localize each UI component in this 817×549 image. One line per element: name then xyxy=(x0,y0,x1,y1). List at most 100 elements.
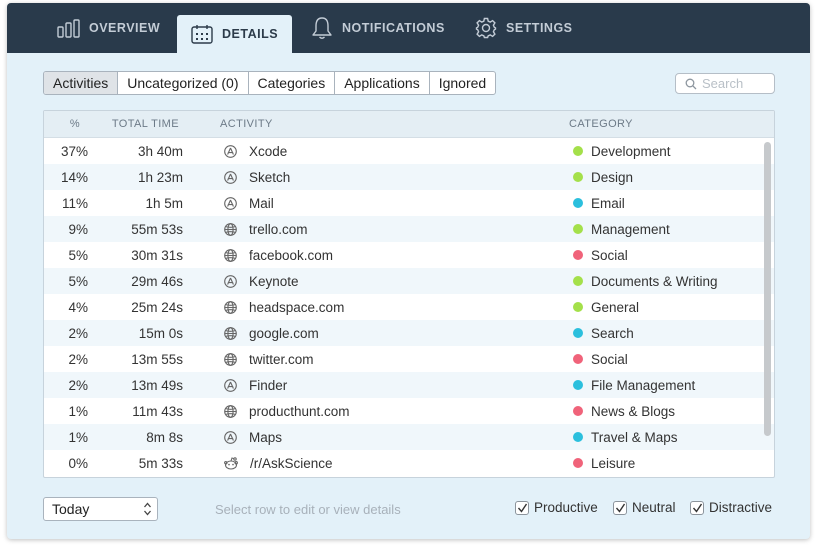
app-store-icon xyxy=(224,430,243,444)
header-category[interactable]: CATEGORY xyxy=(532,118,633,130)
table-row[interactable]: 2% 13m 55s twitter.com Social xyxy=(44,346,774,372)
productive-label: Productive xyxy=(534,500,598,515)
globe-icon xyxy=(224,222,243,236)
table-row[interactable]: 14% 1h 23m Sketch Design xyxy=(44,164,774,190)
row-category-label: Leisure xyxy=(591,455,636,471)
row-total-time: 11m 43s xyxy=(132,403,183,419)
tab-settings[interactable]: SETTINGS xyxy=(475,3,573,53)
row-category-label: Design xyxy=(591,169,634,185)
checkmark-icon xyxy=(615,503,625,513)
row-category: Development xyxy=(536,144,671,159)
category-color-dot xyxy=(573,250,583,260)
app-window: OVERVIEW DETAILS NOTIFICATIONS SETTINGS … xyxy=(7,3,810,539)
table-row[interactable]: 2% 15m 0s google.com Search xyxy=(44,320,774,346)
row-category: Documents & Writing xyxy=(536,274,718,289)
row-category-label: Management xyxy=(591,221,670,237)
checkbox-distractive[interactable]: Distractive xyxy=(690,500,772,515)
category-color-dot xyxy=(573,224,583,234)
globe-icon xyxy=(224,326,243,340)
app-store-icon xyxy=(224,378,243,392)
updown-chevron-icon xyxy=(144,502,151,516)
row-activity-label: Mail xyxy=(249,195,274,211)
row-activity-label: Sketch xyxy=(249,169,291,185)
table-row[interactable]: 4% 25m 24s headspace.com General xyxy=(44,294,774,320)
app-store-icon xyxy=(224,274,243,288)
table-row[interactable]: 5% 29m 46s Keynote Documents & Writing xyxy=(44,268,774,294)
table-header: % TOTAL TIME ACTIVITY CATEGORY xyxy=(44,111,774,138)
checkmark-icon xyxy=(692,503,702,513)
tab-settings-label: SETTINGS xyxy=(506,21,573,35)
table-row[interactable]: 1% 8m 8s Maps Travel & Maps xyxy=(44,424,774,450)
row-category: Management xyxy=(536,222,670,237)
category-color-dot xyxy=(573,406,583,416)
filter-categories[interactable]: Categories xyxy=(249,72,336,94)
tab-details[interactable]: DETAILS xyxy=(177,15,293,53)
calendar-icon xyxy=(191,25,213,44)
row-percent: 4% xyxy=(68,299,88,315)
activity-table: % TOTAL TIME ACTIVITY CATEGORY 37% 3h 40m… xyxy=(43,110,775,478)
table-row[interactable]: 9% 55m 53s trello.com Management xyxy=(44,216,774,242)
category-color-dot xyxy=(573,432,583,442)
globe-icon xyxy=(224,300,243,314)
category-color-dot xyxy=(573,458,583,468)
row-percent: 14% xyxy=(60,169,88,185)
gear-icon xyxy=(475,17,497,39)
category-color-dot xyxy=(573,172,583,182)
productive-checkbox-box[interactable] xyxy=(515,500,529,515)
globe-icon xyxy=(224,248,243,262)
search-input[interactable] xyxy=(702,76,772,91)
row-category: Design xyxy=(536,170,633,185)
checkbox-neutral[interactable]: Neutral xyxy=(613,500,676,515)
distractive-label: Distractive xyxy=(709,500,773,515)
header-activity[interactable]: ACTIVITY xyxy=(179,118,532,130)
row-percent: 0% xyxy=(68,455,88,471)
row-percent: 2% xyxy=(68,351,88,367)
table-row[interactable]: 1% 11m 43s producthunt.com News & Blogs xyxy=(44,398,774,424)
table-row[interactable]: 11% 1h 5m Mail Email xyxy=(44,190,774,216)
row-percent: 2% xyxy=(68,377,88,393)
row-category: General xyxy=(536,300,639,315)
table-row[interactable]: 0% 5m 33s/r/AskScience Leisure xyxy=(44,450,774,476)
table-row[interactable]: 2% 13m 49s Finder File Management xyxy=(44,372,774,398)
row-category-label: Social xyxy=(591,247,628,263)
category-color-dot xyxy=(573,380,583,390)
search-box[interactable] xyxy=(675,73,775,94)
tab-notifications[interactable]: NOTIFICATIONS xyxy=(311,3,445,53)
row-activity-label: Finder xyxy=(249,377,288,393)
globe-icon xyxy=(224,404,243,418)
neutral-checkbox-box[interactable] xyxy=(613,500,627,515)
row-category-label: Development xyxy=(591,143,671,159)
scrollbar[interactable] xyxy=(764,142,771,436)
row-category-label: Search xyxy=(591,325,634,341)
table-row[interactable]: 5% 30m 31s facebook.com Social xyxy=(44,242,774,268)
row-total-time: 25m 24s xyxy=(131,299,183,315)
checkbox-productive[interactable]: Productive xyxy=(515,500,598,515)
header-total-time[interactable]: TOTAL TIME xyxy=(80,118,179,130)
row-category-label: File Management xyxy=(591,377,696,393)
row-percent: 2% xyxy=(68,325,88,341)
row-activity-label: Xcode xyxy=(249,143,288,159)
distractive-checkbox-box[interactable] xyxy=(690,500,704,515)
tab-overview[interactable]: OVERVIEW xyxy=(57,3,160,53)
header-percent[interactable]: % xyxy=(44,118,80,130)
row-category-label: News & Blogs xyxy=(591,403,676,419)
app-store-icon xyxy=(224,196,243,210)
filter-uncategorized[interactable]: Uncategorized (0) xyxy=(118,72,249,94)
row-category: Email xyxy=(536,196,625,211)
filter-activities[interactable]: Activities xyxy=(44,72,119,94)
table-row[interactable]: 37% 3h 40m Xcode Development xyxy=(44,138,774,164)
filter-ignored[interactable]: Ignored xyxy=(430,72,495,94)
category-color-dot xyxy=(573,198,583,208)
bell-icon xyxy=(312,17,332,39)
row-activity-label: producthunt.com xyxy=(249,403,350,419)
row-percent: 1% xyxy=(68,429,88,445)
row-activity: Xcode xyxy=(183,144,536,159)
tab-overview-label: OVERVIEW xyxy=(89,21,161,35)
top-nav-bar: OVERVIEW DETAILS NOTIFICATIONS SETTINGS xyxy=(7,3,810,53)
date-range-select[interactable]: Today xyxy=(43,497,158,521)
filter-applications[interactable]: Applications xyxy=(335,72,430,94)
neutral-label: Neutral xyxy=(632,500,676,515)
reddit-icon xyxy=(224,456,244,470)
app-store-icon xyxy=(224,144,243,158)
date-range-value: Today xyxy=(52,501,90,517)
